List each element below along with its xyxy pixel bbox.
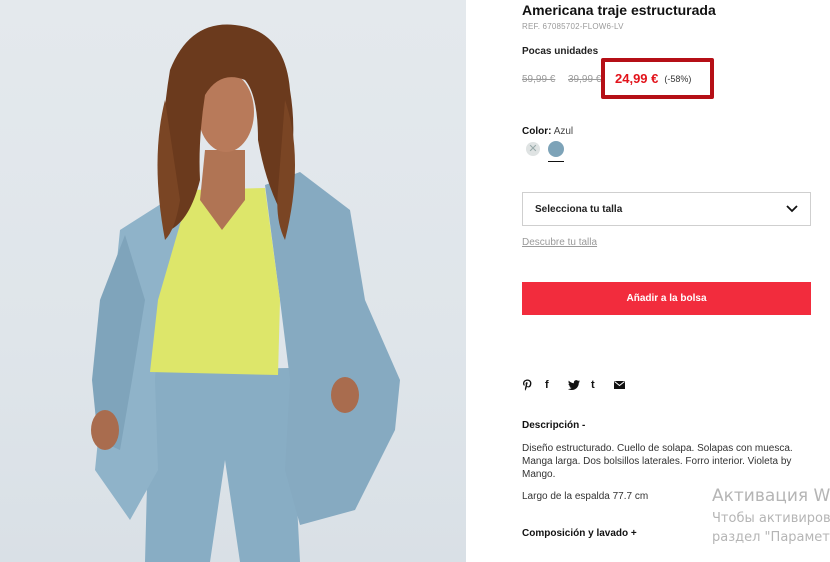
pinterest-icon[interactable]	[522, 379, 545, 391]
activation-watermark-title: Активация W	[712, 486, 830, 506]
tumblr-icon[interactable]: t	[591, 378, 614, 392]
size-select[interactable]: Selecciona tu talla	[522, 192, 811, 226]
model-illustration	[91, 24, 400, 562]
description-text: Diseño estructurado. Cuello de solapa. S…	[522, 443, 793, 480]
size-select-label: Selecciona tu talla	[535, 203, 623, 215]
facebook-icon[interactable]: f	[545, 378, 568, 392]
color-value: Azul	[553, 126, 574, 137]
color-label-row: Color: Azul	[522, 126, 573, 137]
description-toggle[interactable]: Descripción -	[522, 420, 585, 431]
stock-label: Pocas unidades	[522, 46, 599, 57]
share-icons: f t	[522, 378, 637, 392]
color-label: Color:	[522, 126, 552, 137]
composition-toggle[interactable]: Composición y lavado +	[522, 528, 637, 539]
activation-watermark-line3: раздел "Парамет	[712, 530, 830, 545]
discount-badge: (-58%)	[664, 73, 692, 84]
close-icon[interactable]: ✕	[526, 142, 540, 156]
product-title: Americana traje estructurada	[522, 2, 716, 18]
intermediate-price: 39,99 €	[568, 74, 602, 85]
color-swatch-azul[interactable]	[548, 141, 564, 157]
size-guide-link[interactable]: Descubre tu talla	[522, 237, 597, 248]
activation-watermark-line2: Чтобы активиров	[712, 511, 830, 526]
sale-price: 24,99 €	[615, 71, 659, 86]
product-photo[interactable]	[0, 0, 466, 562]
selected-swatch-underline	[548, 161, 564, 162]
description-length: Largo de la espalda 77.7 cm	[522, 491, 649, 502]
mail-icon[interactable]	[614, 381, 637, 389]
add-to-bag-button[interactable]: Añadir a la bolsa	[522, 282, 811, 315]
chevron-down-icon	[786, 205, 798, 213]
original-price: 59,99 €	[522, 74, 556, 85]
price-highlight-box: 24,99 € (-58%)	[601, 58, 714, 99]
product-reference: REF. 67085702-FLOW6-LV	[522, 22, 624, 31]
twitter-icon[interactable]	[568, 380, 591, 390]
